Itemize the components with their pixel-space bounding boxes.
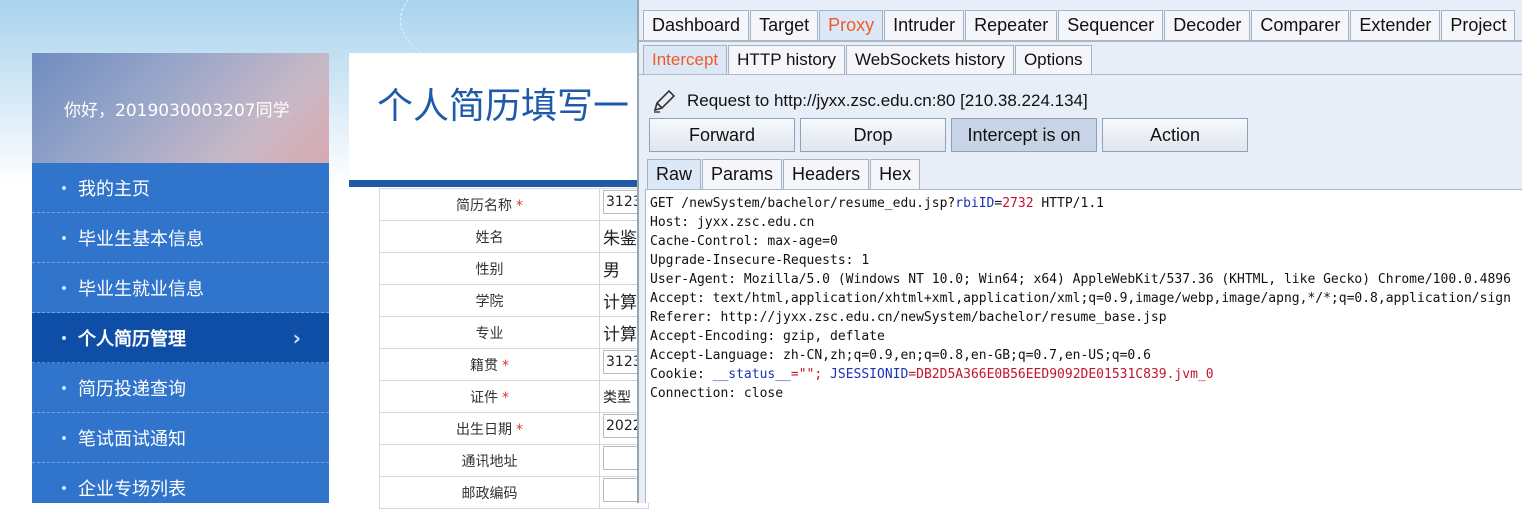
bullet-icon <box>62 385 66 390</box>
bullet-icon <box>62 285 66 290</box>
form-row-birthdate: 出生日期 * 2022 <box>379 412 649 445</box>
form-label: 专业 <box>379 316 600 349</box>
divider <box>639 40 1522 42</box>
sidebar-greeting: 你好，2019030003207同学 <box>32 53 329 163</box>
main-tab-bar: Dashboard Target Proxy Intruder Repeater… <box>643 10 1516 41</box>
tab-options[interactable]: Options <box>1014 45 1092 75</box>
sidebar-item-interview-notice[interactable]: 笔试面试通知 <box>32 413 329 463</box>
request-target: Request to http://jyxx.zsc.edu.cn:80 [21… <box>687 91 1088 110</box>
form-row-name: 姓名 朱鉴 <box>379 220 649 253</box>
bullet-icon <box>62 235 66 240</box>
tab-comparer[interactable]: Comparer <box>1251 10 1350 41</box>
sidebar-item-label: 我的主页 <box>78 178 150 200</box>
sidebar-item-company-list[interactable]: 企业专场列表 <box>32 463 329 513</box>
tab-extender[interactable]: Extender <box>1350 10 1441 41</box>
tab-target[interactable]: Target <box>750 10 819 41</box>
tab-headers[interactable]: Headers <box>783 159 870 189</box>
cookie-value: =DB2D5A366E0B56EED9092DE01531C839.jvm_0 <box>908 367 1214 382</box>
greeting-text: 你好，2019030003207同学 <box>64 100 290 121</box>
burp-window: Dashboard Target Proxy Intruder Repeater… <box>637 0 1522 503</box>
sidebar-item-resume-management[interactable]: 个人简历管理 › <box>32 313 329 363</box>
resume-form: 简历名称 * 3123 姓名 朱鉴 性别 男 学院 计算 专业 计算 籍贯 * 31… <box>379 188 649 509</box>
pencil-icon <box>653 89 676 113</box>
param-value: 2732 <box>1002 196 1034 211</box>
form-label: 籍贯 * <box>379 348 600 381</box>
tab-project[interactable]: Project <box>1441 10 1516 41</box>
form-label: 出生日期 * <box>379 412 600 445</box>
bullet-icon <box>62 485 66 490</box>
bullet-icon <box>62 335 66 340</box>
page-title: 个人简历填写一 <box>377 86 630 127</box>
form-row-native-place: 籍贯 * 3123 <box>379 348 649 381</box>
tab-hex[interactable]: Hex <box>870 159 921 189</box>
form-row-id: 证件 * 类型 <box>379 380 649 413</box>
sidebar-item-label: 个人简历管理 <box>78 328 186 350</box>
form-label: 证件 * <box>379 380 600 413</box>
tab-intercept[interactable]: Intercept <box>643 45 728 75</box>
sidebar-item-label: 企业专场列表 <box>78 478 186 500</box>
form-label: 性别 <box>379 252 600 285</box>
tab-proxy[interactable]: Proxy <box>819 10 884 41</box>
form-label: 通讯地址 <box>379 444 600 477</box>
tab-dashboard[interactable]: Dashboard <box>643 10 750 41</box>
tab-http-history[interactable]: HTTP history <box>728 45 846 75</box>
sidebar-item-label: 毕业生就业信息 <box>78 278 204 300</box>
drop-button[interactable]: Drop <box>800 118 946 152</box>
action-button[interactable]: Action <box>1102 118 1248 152</box>
sidebar-item-label: 笔试面试通知 <box>78 428 186 450</box>
proxy-tab-bar: Intercept HTTP history WebSockets histor… <box>643 45 1093 75</box>
param-name: rbiID <box>955 196 995 211</box>
forward-button[interactable]: Forward <box>649 118 795 152</box>
sidebar: 你好，2019030003207同学 我的主页 毕业生基本信息 毕业生就业信息 … <box>32 53 329 513</box>
tab-sequencer[interactable]: Sequencer <box>1058 10 1164 41</box>
raw-request[interactable]: GET /newSystem/bachelor/resume_edu.jsp?r… <box>646 190 1522 403</box>
form-label: 学院 <box>379 284 600 317</box>
message-view-tabs: Raw Params Headers Hex <box>647 159 921 189</box>
tab-websockets-history[interactable]: WebSockets history <box>846 45 1014 75</box>
cookie-value: =""; <box>790 367 831 382</box>
sidebar-item-employment-info[interactable]: 毕业生就业信息 <box>32 263 329 313</box>
tab-intruder[interactable]: Intruder <box>884 10 965 41</box>
sidebar-item-delivery-query[interactable]: 简历投递查询 <box>32 363 329 413</box>
sidebar-item-label: 毕业生基本信息 <box>78 228 204 250</box>
divider <box>639 74 1522 75</box>
chevron-right-icon: › <box>292 326 301 350</box>
sidebar-item-home[interactable]: 我的主页 <box>32 163 329 213</box>
sidebar-item-label: 简历投递查询 <box>78 378 186 400</box>
sidebar-item-basic-info[interactable]: 毕业生基本信息 <box>32 213 329 263</box>
request-info: Request to http://jyxx.zsc.edu.cn:80 [21… <box>651 88 1088 114</box>
title-underline <box>349 180 649 187</box>
bullet-icon <box>62 185 66 190</box>
intercept-toggle-button[interactable]: Intercept is on <box>951 118 1097 152</box>
bullet-icon <box>62 435 66 440</box>
form-row-postcode: 邮政编码 <box>379 476 649 509</box>
cookie-name: JSESSIONID <box>830 367 909 382</box>
form-label: 简历名称 * <box>379 188 600 221</box>
main-content: 个人简历填写一 简历名称 * 3123 姓名 朱鉴 性别 男 学院 计算 专业 计… <box>349 53 649 509</box>
cookie-name: __status__ <box>712 367 791 382</box>
form-row-resume-name: 简历名称 * 3123 <box>379 188 649 221</box>
form-label: 姓名 <box>379 220 600 253</box>
tab-decoder[interactable]: Decoder <box>1164 10 1251 41</box>
tab-params[interactable]: Params <box>702 159 783 189</box>
request-editor[interactable]: GET /newSystem/bachelor/resume_edu.jsp?r… <box>645 189 1522 503</box>
form-label: 邮政编码 <box>379 476 600 509</box>
form-row-college: 学院 计算 <box>379 284 649 317</box>
form-row-address: 通讯地址 <box>379 444 649 477</box>
tab-repeater[interactable]: Repeater <box>965 10 1058 41</box>
tab-raw[interactable]: Raw <box>647 159 702 189</box>
form-row-major: 专业 计算 <box>379 316 649 349</box>
form-row-gender: 性别 男 <box>379 252 649 285</box>
